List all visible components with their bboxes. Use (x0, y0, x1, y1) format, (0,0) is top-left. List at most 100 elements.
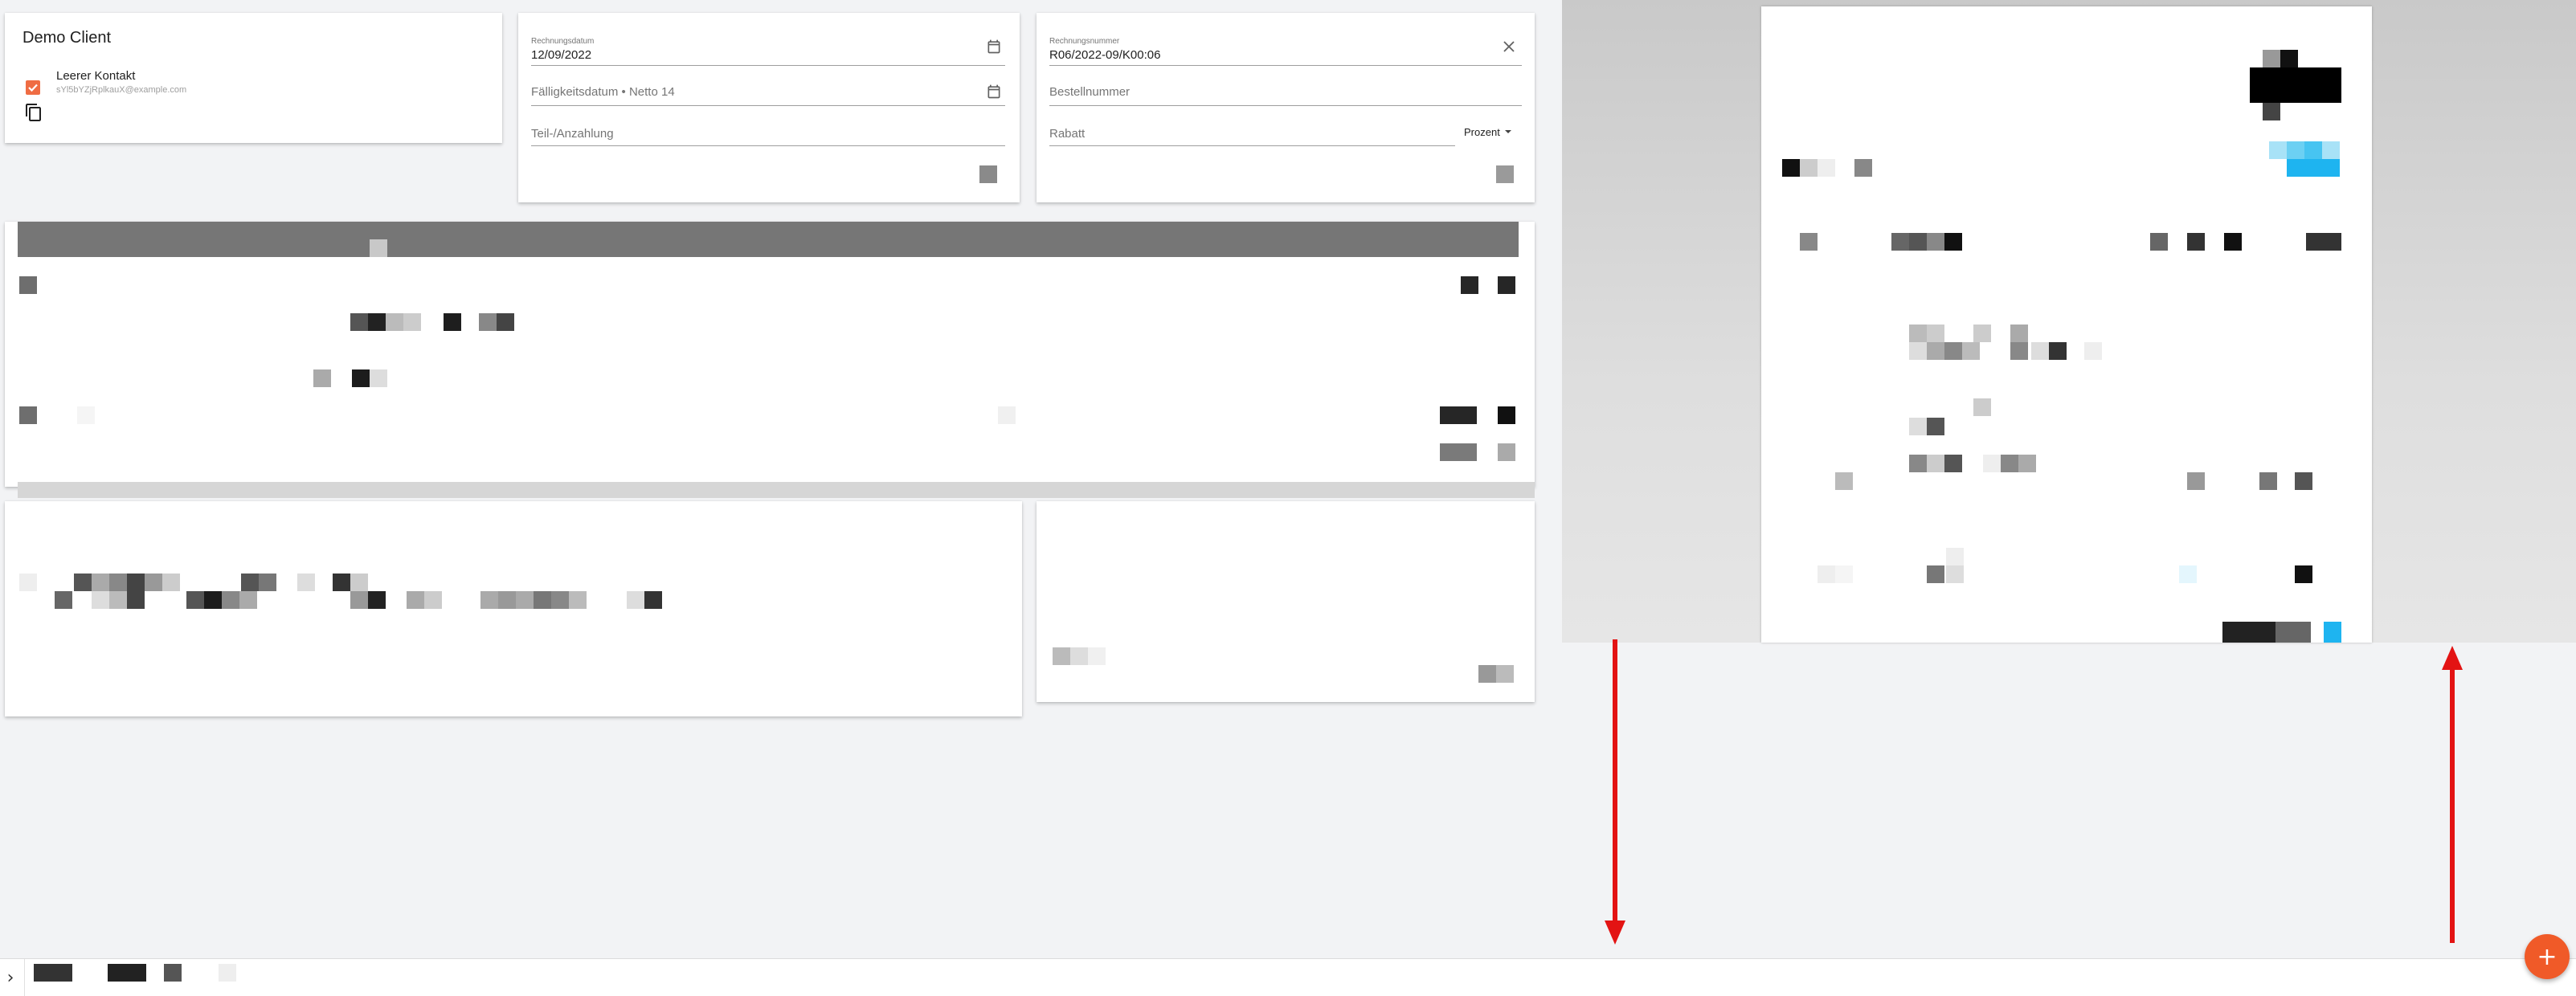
chevron-down-icon (1504, 130, 1511, 133)
pixelated-block (2224, 233, 2242, 251)
pixelated-block (1496, 165, 1514, 183)
discount-type-select[interactable]: Prozent (1464, 120, 1522, 143)
pixelated-block (370, 369, 387, 387)
invoice-number-field[interactable]: Rechnungsnummer R06/2022-09/K00:06 (1049, 29, 1522, 66)
pixelated-block (1461, 276, 1478, 294)
client-title: Demo Client (22, 29, 112, 47)
totals-card (1037, 501, 1535, 702)
add-fab-button[interactable]: + (2525, 934, 2570, 979)
pixelated-block (127, 591, 145, 609)
discount-field[interactable]: Rabatt (1049, 109, 1455, 146)
pixelated-block (297, 574, 315, 591)
pixelated-block (2001, 455, 2018, 472)
pixelated-block (333, 574, 350, 591)
pixelated-block (1909, 455, 1927, 472)
copy-icon[interactable] (24, 103, 43, 126)
pixelated-block (74, 574, 92, 591)
pixelated-block (77, 406, 95, 424)
order-number-field[interactable]: Bestellnummer (1049, 69, 1522, 106)
pixelated-block (424, 591, 442, 609)
pixelated-block (1440, 406, 1477, 424)
pixelated-block (403, 313, 421, 331)
pixelated-block (1909, 342, 1927, 360)
pixelated-block (1818, 159, 1835, 177)
invoice-number-label: Rechnungsnummer (1049, 37, 1120, 46)
pixelated-block (350, 574, 368, 591)
notes-card (5, 501, 1022, 716)
pixelated-block (1973, 325, 1991, 342)
pixelated-block (979, 165, 997, 183)
due-date-field[interactable]: Fälligkeitsdatum • Netto 14 (531, 69, 1005, 106)
pixelated-block (1927, 455, 1944, 472)
pixelated-block (1498, 443, 1515, 461)
pixelated-block (313, 369, 331, 387)
pixelated-block (1088, 647, 1106, 665)
contact-email: sYl5bYZjRplkauX@example.com (56, 85, 187, 95)
pixelated-block (241, 574, 259, 591)
pixelated-block (2295, 472, 2312, 490)
document-preview[interactable] (1562, 0, 2576, 643)
chevron-right-icon[interactable]: › (2, 964, 19, 991)
contact-checkbox[interactable] (26, 80, 40, 95)
pixelated-block (444, 313, 461, 331)
pixelated-block (2179, 565, 2197, 583)
pixelated-block (1053, 647, 1070, 665)
pixelated-block (164, 964, 182, 982)
partial-payment-field[interactable]: Teil-/Anzahlung (531, 109, 1005, 146)
pixelated-block (370, 239, 387, 257)
pixelated-block (19, 276, 37, 294)
pixelated-block (2018, 455, 2036, 472)
pixelated-block (516, 591, 534, 609)
pixelated-block (19, 406, 37, 424)
pixelated-block (1909, 418, 1927, 435)
pixelated-block (479, 313, 497, 331)
pixelated-block (1944, 455, 1962, 472)
pixelated-block (1909, 325, 1927, 342)
discount-placeholder: Rabatt (1049, 127, 1086, 141)
pixelated-block (497, 313, 514, 331)
calendar-icon[interactable] (986, 39, 1002, 59)
bottom-divider (24, 959, 25, 996)
due-date-placeholder: Fälligkeitsdatum • Netto 14 (531, 85, 675, 99)
calendar-icon[interactable] (986, 84, 1002, 104)
accent-block (2269, 141, 2287, 159)
logo-block (2263, 50, 2280, 67)
pixelated-block (127, 574, 145, 591)
pixelated-block (2187, 233, 2205, 251)
bottom-bar: › (0, 958, 2576, 996)
pixelated-block (108, 964, 146, 982)
pixelated-block (1498, 276, 1515, 294)
pixelated-block (1927, 233, 1944, 251)
pixelated-block (92, 574, 109, 591)
pixelated-block (627, 591, 644, 609)
pixelated-block (2010, 325, 2028, 342)
red-arrow-down (1604, 639, 1626, 949)
invoice-date-field[interactable]: Rechnungsdatum 12/09/2022 (531, 29, 1005, 66)
pixelated-block (1927, 325, 1944, 342)
pixelated-block (1927, 342, 1944, 360)
invoice-date-card: Rechnungsdatum 12/09/2022 Fälligkeitsdat… (518, 13, 1020, 202)
pixelated-block (2150, 233, 2168, 251)
logo-block (2250, 67, 2341, 103)
pixelated-block (2275, 622, 2311, 643)
pixelated-block (1498, 406, 1515, 424)
pixelated-block (1854, 159, 1872, 177)
pixelated-block (2084, 342, 2102, 360)
pixelated-block (407, 591, 424, 609)
pixelated-block (368, 591, 386, 609)
expand-label: › (6, 967, 14, 988)
arrow-shaft (1613, 639, 1617, 929)
pixelated-block (386, 313, 403, 331)
logo-block (2263, 103, 2280, 120)
pixelated-block (1962, 342, 1980, 360)
pixelated-block (2031, 342, 2049, 360)
logo-block (2280, 50, 2298, 67)
table-header (18, 222, 1519, 257)
pixelated-block (1944, 342, 1962, 360)
pixelated-block (644, 591, 662, 609)
pixelated-block (109, 591, 127, 609)
pixelated-block (2222, 622, 2275, 643)
invoice-date-value: 12/09/2022 (531, 48, 592, 62)
pixelated-block (350, 313, 368, 331)
close-icon[interactable] (1503, 40, 1515, 57)
